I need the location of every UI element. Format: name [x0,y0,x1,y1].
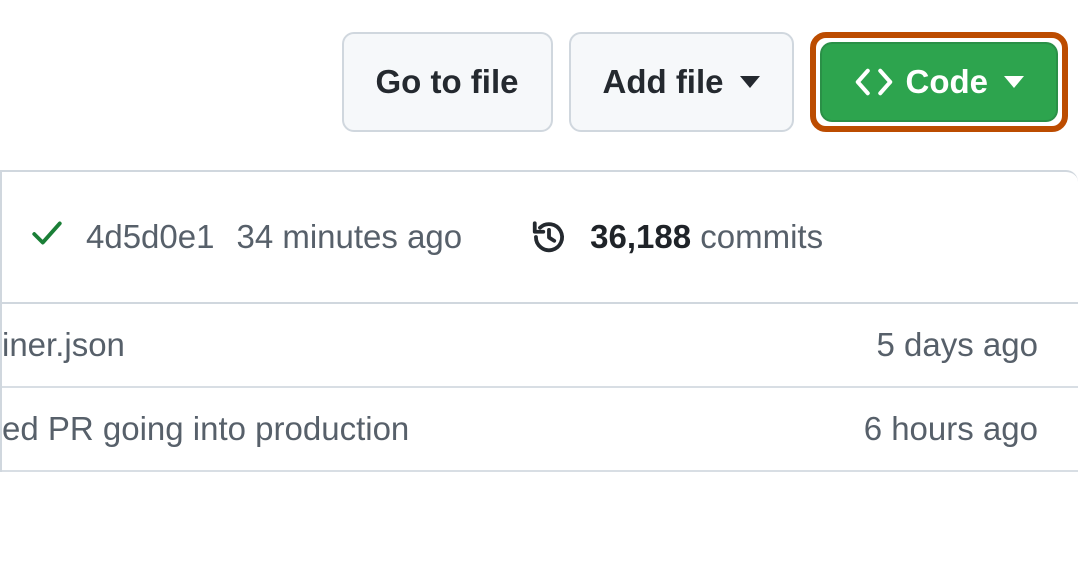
caret-down-icon [1004,76,1024,88]
go-to-file-button[interactable]: Go to file [342,32,553,132]
repo-toolbar: Go to file Add file Code [0,0,1078,164]
file-time: 6 hours ago [864,410,1038,448]
add-file-button[interactable]: Add file [569,32,794,132]
caret-down-icon [740,76,760,88]
commit-count[interactable]: 36,188 [590,218,691,255]
add-file-label: Add file [603,63,724,101]
file-row[interactable]: ed PR going into production 6 hours ago [2,388,1078,472]
commit-sha[interactable]: 4d5d0e1 [86,218,214,256]
commits-label: commits [700,218,823,255]
commit-message-fragment: ed PR going into production [2,410,864,448]
commit-message-fragment: iner.json [2,326,877,364]
code-icon [854,62,894,102]
commit-summary-panel: 4d5d0e1 34 minutes ago 36,188 commits in… [0,170,1078,472]
check-icon [30,216,64,258]
go-to-file-label: Go to file [376,63,519,101]
file-row[interactable]: iner.json 5 days ago [2,304,1078,388]
commit-summary-header: 4d5d0e1 34 minutes ago 36,188 commits [2,172,1078,304]
commit-time: 34 minutes ago [236,218,462,256]
code-button-label: Code [906,63,989,101]
code-button-highlight: Code [810,32,1069,132]
history-icon[interactable] [530,218,568,256]
code-button[interactable]: Code [820,42,1059,122]
file-time: 5 days ago [877,326,1038,364]
